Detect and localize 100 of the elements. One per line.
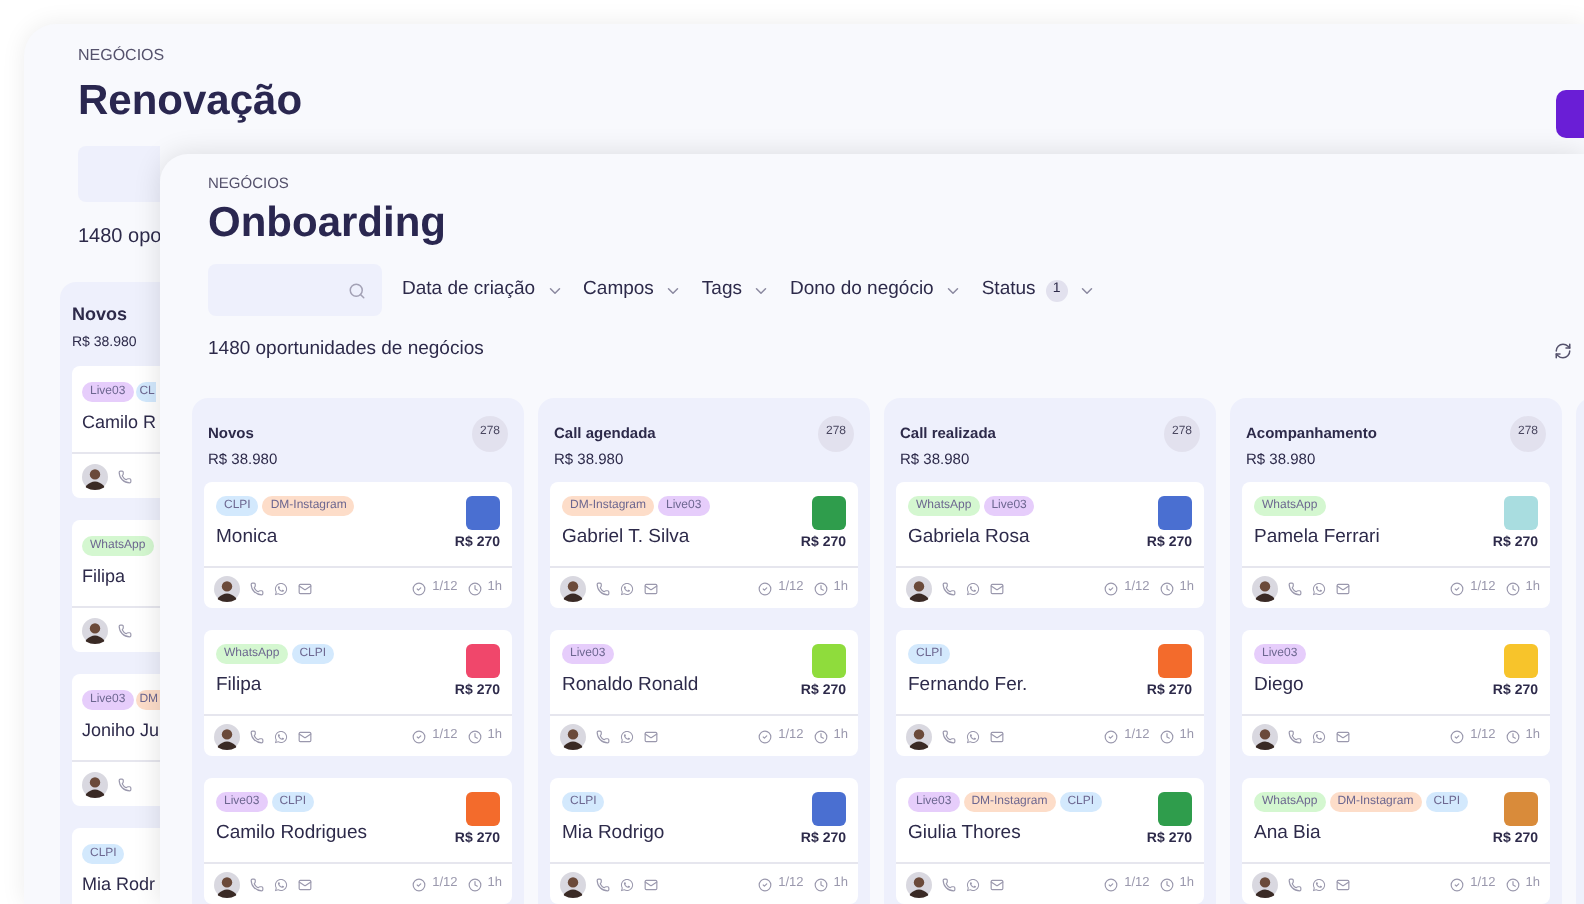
deal-name: Mia Rodrigo [562,820,665,848]
clock-icon [1159,729,1174,743]
deal-name: Mia Rodr [82,872,158,898]
page-title: Onboarding [208,198,448,251]
section-label: NEGÓCIOS [78,44,167,68]
phone-icon[interactable] [942,877,956,891]
check-icon [1104,581,1119,595]
phone-icon[interactable] [942,581,956,595]
phone-icon[interactable] [1288,729,1302,743]
clock-icon [813,877,828,891]
mail-icon[interactable] [1336,729,1350,743]
mail-icon[interactable] [644,877,658,891]
avatar-icon [82,771,108,797]
clock-icon [467,877,482,891]
phone-icon[interactable] [1288,877,1302,891]
phone-icon[interactable] [118,469,132,483]
check-icon [412,729,427,743]
avatar-icon [82,463,108,489]
count-text: 1480 oportunidades de negócios [208,336,484,365]
check-icon [758,581,773,595]
clock-icon [1159,877,1174,891]
mail-icon[interactable] [990,877,1004,891]
avatar-icon [1252,871,1278,897]
whatsapp-icon[interactable] [274,581,288,595]
deal-name: Fernando Fer. [908,672,1028,700]
avatar-icon [906,723,932,749]
deal-name: Gabriel T. Silva [562,524,692,552]
avatar-icon [560,871,586,897]
phone-icon[interactable] [942,729,956,743]
whatsapp-icon[interactable] [274,729,288,743]
check-icon [1450,877,1465,891]
phone-icon[interactable] [118,777,132,791]
deal-name: Camilo R [82,410,159,436]
action-button[interactable] [1556,90,1584,138]
clock-icon [813,729,828,743]
refresh-icon[interactable] [1554,341,1572,360]
page-title: Renovação [78,76,303,128]
phone-icon[interactable] [250,729,264,743]
mail-icon[interactable] [298,729,312,743]
avatar-icon [214,723,240,749]
avatar-icon [1252,723,1278,749]
mail-icon[interactable] [990,729,1004,743]
avatar-icon [214,575,240,601]
whatsapp-icon[interactable] [620,877,634,891]
deal-name: Pamela Ferrari [1254,524,1380,552]
deal-name: Camilo Rodrigues [216,820,368,848]
clock-icon [467,729,482,743]
phone-icon[interactable] [596,729,610,743]
phone-icon[interactable] [250,877,264,891]
mail-icon[interactable] [1336,877,1350,891]
check-icon [1450,729,1465,743]
deal-name: Ana Bia [1254,820,1323,848]
whatsapp-icon[interactable] [620,729,634,743]
column-title: Novos [72,302,130,328]
mail-icon[interactable] [644,729,658,743]
mail-icon[interactable] [644,581,658,595]
phone-icon[interactable] [596,877,610,891]
whatsapp-icon[interactable] [1312,729,1326,743]
whatsapp-icon[interactable] [1312,581,1326,595]
phone-icon[interactable] [250,581,264,595]
avatar-icon [560,723,586,749]
check-icon [758,729,773,743]
whatsapp-icon[interactable] [274,877,288,891]
whatsapp-icon[interactable] [966,877,980,891]
clock-icon [1505,877,1520,891]
clock-icon [467,581,482,595]
avatar-icon [214,871,240,897]
clock-icon [1505,729,1520,743]
check-icon [758,877,773,891]
check-icon [412,581,427,595]
search-field[interactable] [78,146,160,202]
clock-icon [1505,581,1520,595]
mail-icon[interactable] [990,581,1004,595]
deal-name: Giulia Thores [908,820,1023,848]
whatsapp-icon[interactable] [966,729,980,743]
deal-name: Gabriela Rosa [908,524,1032,552]
mail-icon[interactable] [1336,581,1350,595]
filter-dropdown[interactable]: Dono do negócio [790,276,962,305]
deal-name: Diego [1254,672,1306,700]
whatsapp-icon[interactable] [620,581,634,595]
filter-dropdown[interactable]: Tags [701,276,770,305]
check-icon [1104,729,1119,743]
avatar-icon [1252,575,1278,601]
phone-icon[interactable] [596,581,610,595]
phone-icon[interactable] [118,623,132,637]
clock-icon [813,581,828,595]
avatar-icon [906,575,932,601]
search-field[interactable] [208,264,382,317]
filter-dropdown[interactable]: Data de criação [402,276,564,305]
mail-icon[interactable] [298,581,312,595]
phone-icon[interactable] [1288,581,1302,595]
deal-name: Monica [216,524,280,552]
clock-icon [1159,581,1174,595]
check-icon [1104,877,1119,891]
deal-name: Filipa [216,672,264,700]
avatar-icon [82,617,108,643]
mail-icon[interactable] [298,877,312,891]
whatsapp-icon[interactable] [966,581,980,595]
whatsapp-icon[interactable] [1312,877,1326,891]
filter-dropdown[interactable]: Campos [583,276,682,305]
